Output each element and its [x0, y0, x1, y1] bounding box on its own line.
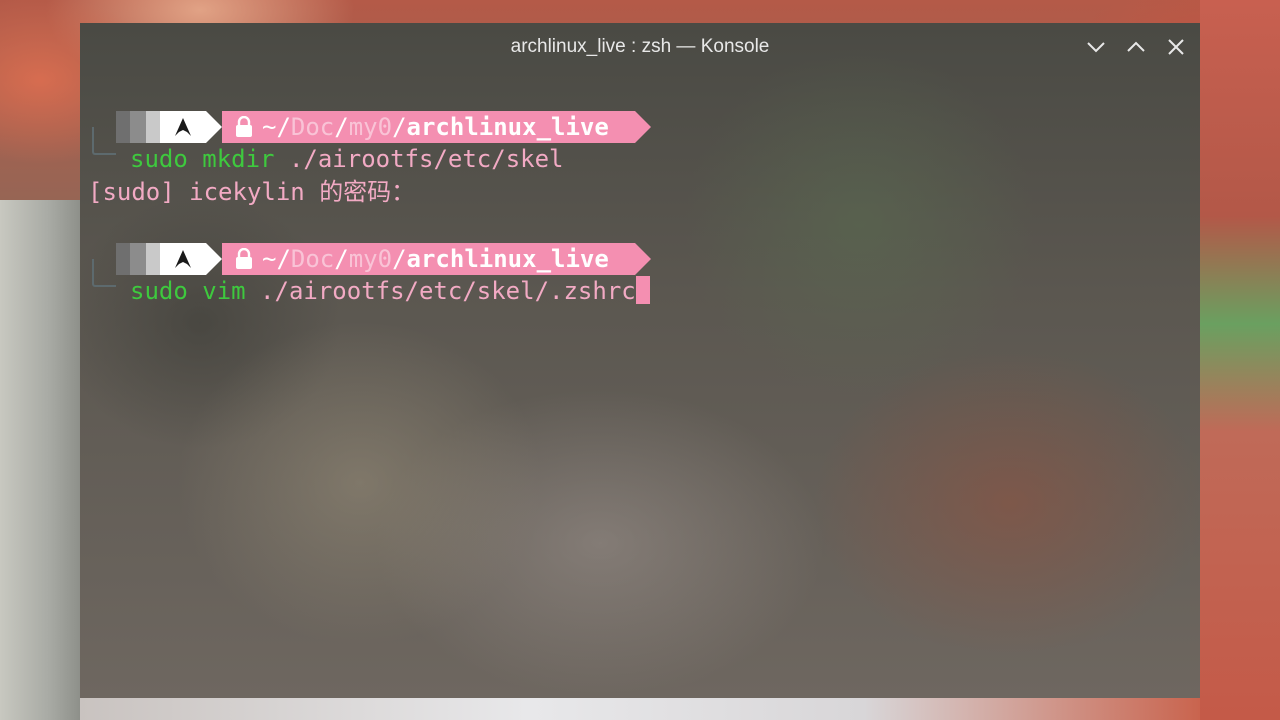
prompt-connector: [92, 259, 116, 287]
wallpaper-right-region: [1200, 0, 1280, 720]
command-line-1: sudo mkdir ./airootfs/etc/skel: [130, 143, 563, 175]
wallpaper-bottom-region: [80, 698, 1200, 720]
prompt-segment-path: ~/Doc/my0/archlinux_live: [222, 111, 635, 143]
prompt-end-arrow: [635, 111, 651, 143]
prompt-segment-path: ~/Doc/my0/archlinux_live: [222, 243, 635, 275]
lock-icon: [236, 248, 252, 269]
terminal-cursor: [635, 276, 650, 304]
prompt-separator-arrow: [206, 111, 222, 143]
command-text: sudo mkdir: [130, 145, 275, 173]
prompt-end-arrow: [635, 243, 651, 275]
prompt-segment-gray: [116, 111, 130, 143]
command-text: sudo vim: [130, 277, 246, 305]
close-icon: [1168, 39, 1184, 55]
maximize-button[interactable]: [1124, 35, 1148, 59]
prompt-path: ~/Doc/my0/archlinux_live: [262, 245, 609, 273]
prompt-segment-os: [160, 111, 206, 143]
minimize-button[interactable]: [1084, 35, 1108, 59]
konsole-window[interactable]: archlinux_live : zsh — Konsole ~/Doc/my0…: [80, 23, 1200, 698]
arch-linux-icon: [175, 250, 191, 268]
terminal-area[interactable]: ~/Doc/my0/archlinux_live sudo mkdir ./ai…: [80, 71, 1200, 698]
window-title: archlinux_live : zsh — Konsole: [510, 36, 770, 57]
prompt-path: ~/Doc/my0/archlinux_live: [262, 113, 609, 141]
wallpaper-left-region: [0, 200, 80, 720]
close-button[interactable]: [1164, 35, 1188, 59]
prompt-segment-gray: [116, 243, 130, 275]
prompt-segment-gray: [146, 243, 160, 275]
lock-icon: [236, 116, 252, 137]
sudo-password-prompt: [sudo] icekylin 的密码：: [88, 178, 416, 206]
prompt-segment-gray: [130, 243, 146, 275]
command-args: ./airootfs/etc/skel/.zshrc: [245, 277, 636, 305]
command-args: ./airootfs/etc/skel: [274, 145, 564, 173]
window-titlebar[interactable]: archlinux_live : zsh — Konsole: [80, 23, 1200, 71]
chevron-down-icon: [1087, 42, 1105, 53]
prompt-segment-gray: [146, 111, 160, 143]
command-line-2[interactable]: sudo vim ./airootfs/etc/skel/.zshrc: [130, 275, 650, 307]
prompt-separator-arrow: [206, 243, 222, 275]
arch-linux-icon: [175, 118, 191, 136]
prompt-connector: [92, 127, 116, 155]
prompt-segment-os: [160, 243, 206, 275]
prompt-segment-gray: [130, 111, 146, 143]
chevron-up-icon: [1127, 41, 1145, 52]
